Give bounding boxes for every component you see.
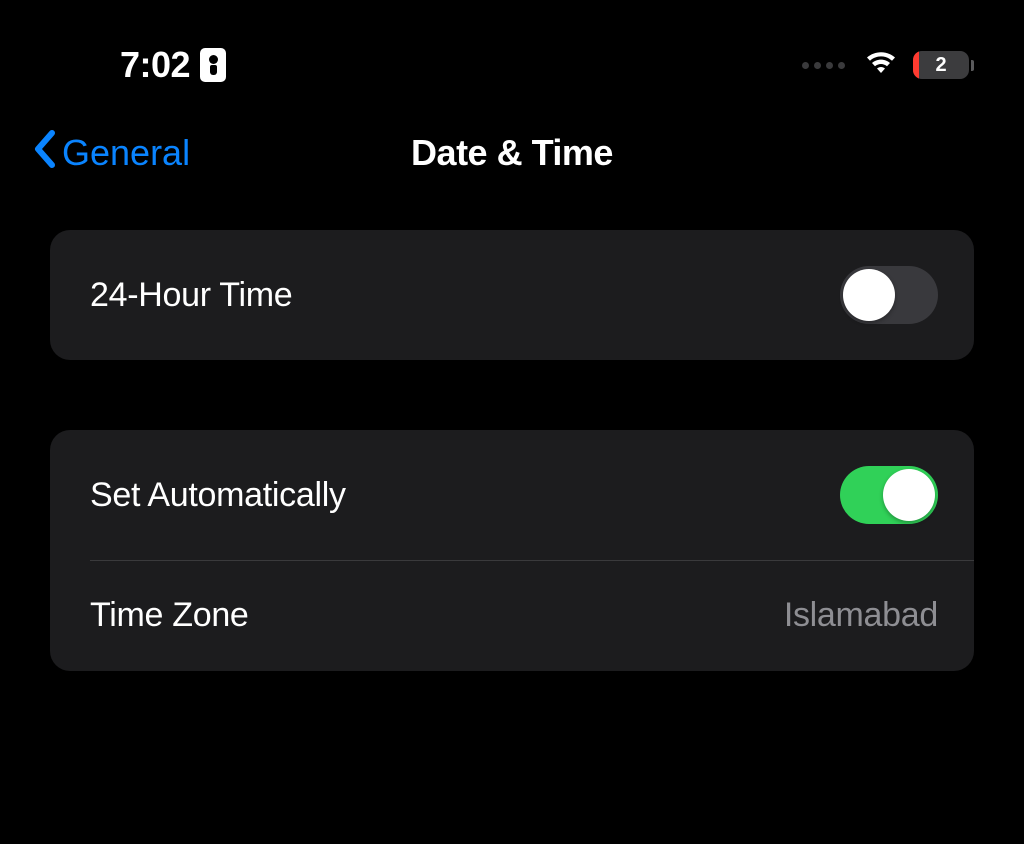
status-left: 7:02 [120,44,226,86]
row-value: Islamabad [784,596,938,635]
row-label: 24-Hour Time [90,276,292,315]
settings-group-1: 24-Hour Time [50,230,974,360]
row-24-hour-time: 24-Hour Time [50,230,974,360]
back-button[interactable]: General [32,129,190,178]
toggle-24-hour-time[interactable] [840,266,938,324]
row-set-automatically: Set Automatically [50,430,974,560]
page-title: Date & Time [411,132,613,174]
row-label: Set Automatically [90,476,346,515]
content: 24-Hour Time Set Automatically Time Zone… [0,230,1024,671]
chevron-left-icon [32,129,58,178]
battery-icon: 2 [913,51,974,79]
status-right: 2 [802,49,974,82]
recording-dots-icon [802,62,845,69]
wifi-icon [863,49,899,82]
status-time: 7:02 [120,44,190,86]
portrait-lock-icon [200,48,226,82]
row-label: Time Zone [90,596,249,635]
status-bar: 7:02 2 [0,0,1024,106]
row-time-zone[interactable]: Time Zone Islamabad [50,560,974,671]
back-label: General [62,132,190,174]
nav-bar: General Date & Time [0,106,1024,208]
settings-group-2: Set Automatically Time Zone Islamabad [50,430,974,671]
battery-percent: 2 [935,54,946,77]
toggle-set-automatically[interactable] [840,466,938,524]
